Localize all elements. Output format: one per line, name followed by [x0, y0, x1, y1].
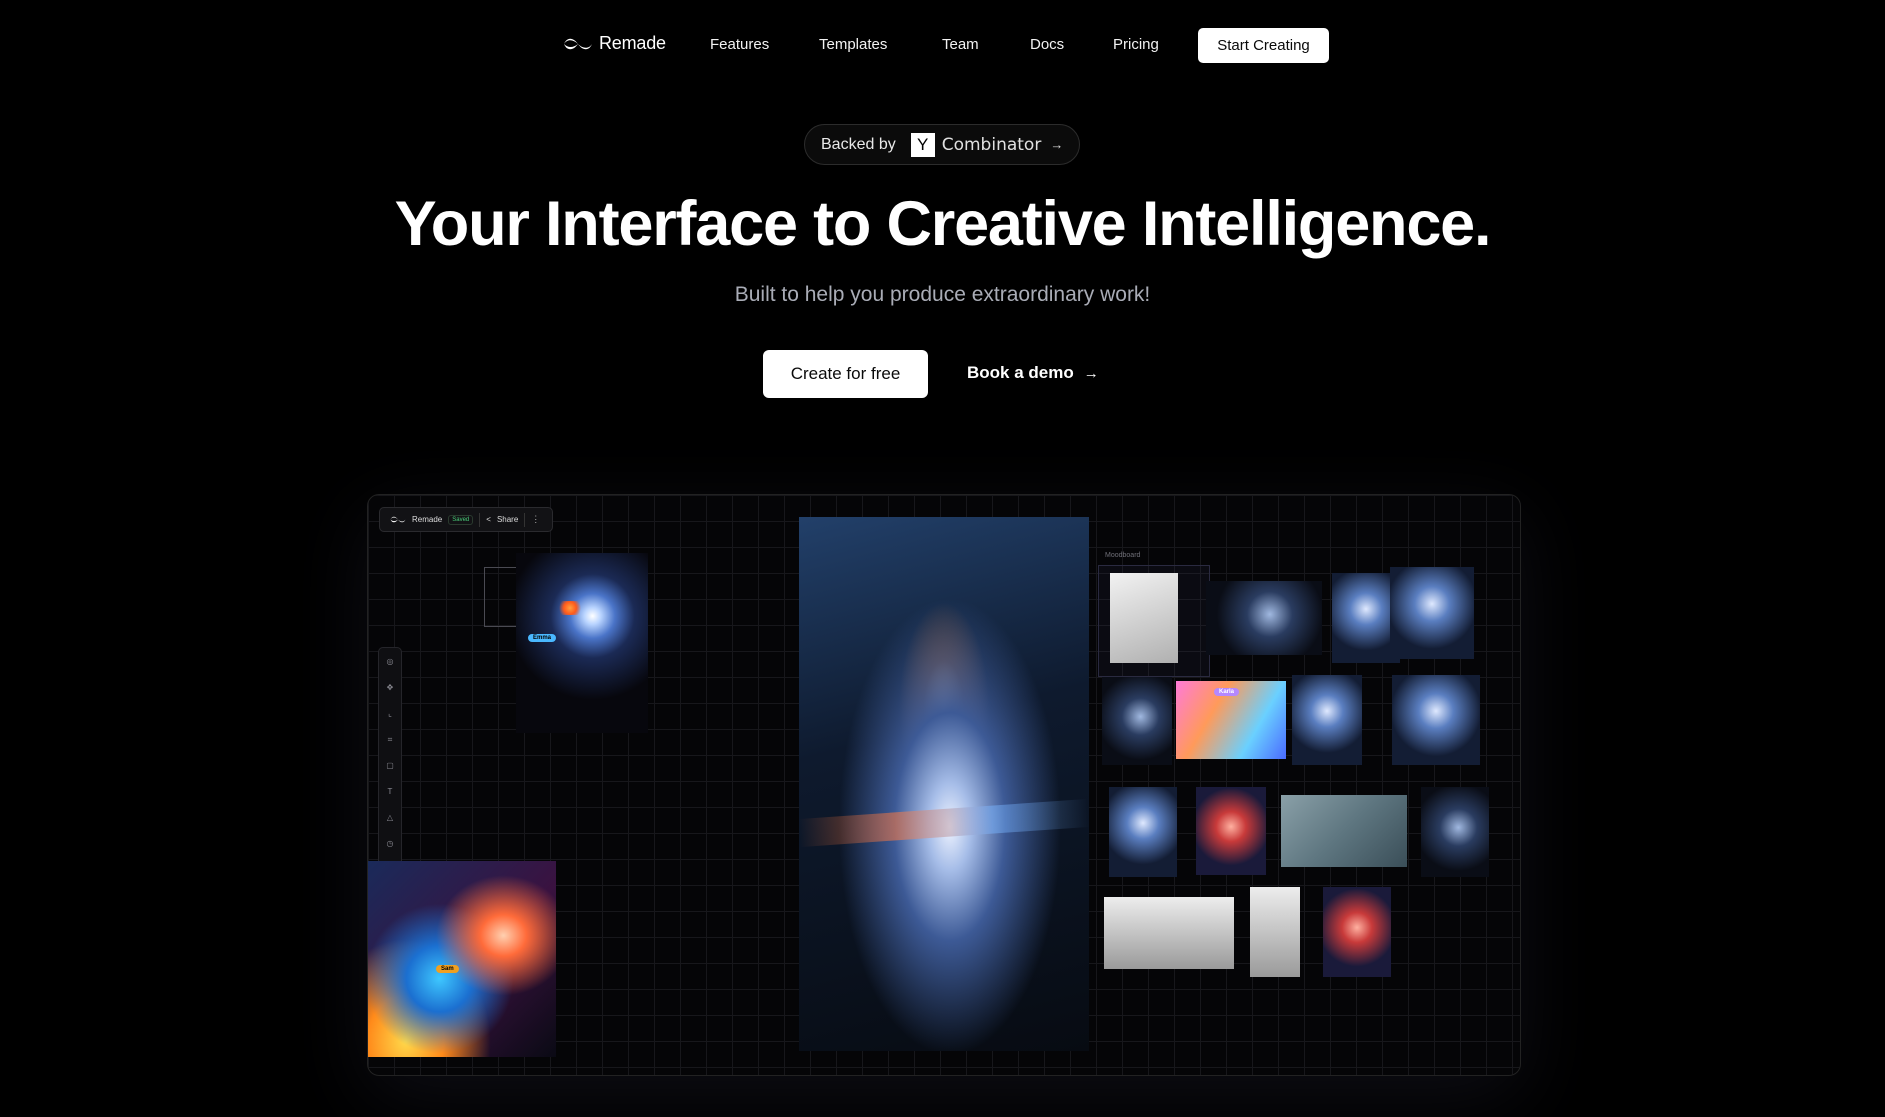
yc-name: Combinator	[941, 134, 1042, 155]
moodboard-thumb	[1206, 581, 1322, 655]
moodboard-thumb	[1292, 675, 1362, 765]
nav-link-pricing[interactable]: Pricing	[1113, 36, 1159, 53]
hero-title: Your Interface to Creative Intelligence.	[394, 189, 1492, 259]
cursor-tag-emma: Emma	[528, 634, 557, 642]
shape-icon: △	[386, 813, 394, 822]
remade-logo-icon	[564, 38, 592, 49]
crop-icon: ⌞	[388, 709, 392, 718]
canvas-image-main-portrait	[799, 517, 1089, 1051]
preview-app-name: Remade	[412, 515, 443, 524]
backed-by-badge[interactable]: Backed by Y Combinator →	[804, 124, 1080, 165]
badge-prefix: Backed by	[821, 135, 896, 153]
share-icon: <	[486, 515, 491, 524]
text-icon: T	[387, 787, 393, 796]
selection-frame	[484, 567, 520, 627]
toolbar-divider	[479, 512, 481, 527]
moodboard-thumb	[1392, 675, 1480, 765]
moodboard-label: Moodboard	[1105, 552, 1141, 559]
toolbar-divider	[524, 512, 526, 527]
preview-tool-sidebar: ◎ ✥ ⌞ ⌗ ▢ T △ ◷	[378, 647, 402, 887]
move-icon: ✥	[386, 683, 394, 692]
top-nav: Remade Features Templates Team Docs Pric…	[0, 0, 1885, 92]
select-icon: ◎	[386, 657, 394, 666]
hero-subtitle: Built to help you produce extraordinary …	[734, 283, 1151, 306]
arrow-right-icon: →	[1083, 364, 1099, 382]
moodboard-thumb	[1109, 787, 1177, 877]
arrow-right-icon: →	[1050, 137, 1064, 152]
moodboard-thumb	[1281, 795, 1407, 867]
logo-text: Remade	[599, 33, 666, 53]
nav-link-team[interactable]: Team	[942, 36, 979, 53]
grid-icon: ⌗	[387, 735, 393, 744]
cursor-tag-karla: Karla	[1214, 688, 1240, 696]
yc-logo-icon: Y	[910, 132, 935, 157]
moodboard-thumb	[1102, 677, 1172, 765]
saved-badge: Saved	[448, 514, 474, 525]
moodboard-thumb	[1323, 887, 1391, 977]
nav-link-features[interactable]: Features	[710, 36, 769, 53]
moodboard-thumb	[1196, 787, 1266, 875]
share-label: Share	[496, 515, 519, 524]
canvas-image-neon-portrait	[368, 861, 556, 1057]
moodboard-thumb	[1421, 787, 1489, 877]
cursor-tag-sam: Sam	[436, 965, 459, 973]
moodboard-thumb	[1250, 887, 1300, 977]
create-for-free-button[interactable]: Create for free	[763, 350, 928, 398]
canvas-image-glow-figure	[516, 553, 648, 733]
history-icon: ◷	[386, 839, 394, 848]
nav-link-templates[interactable]: Templates	[819, 36, 887, 53]
more-vertical-icon: ⋮	[531, 514, 541, 524]
product-preview: Remade Saved < Share ⋮ ◎ ✥ ⌞ ⌗ ▢ T △ ◷ E…	[367, 494, 1521, 1076]
remade-logo-icon	[390, 516, 406, 523]
nav-link-docs[interactable]: Docs	[1030, 36, 1064, 53]
moodboard-thumb	[1390, 567, 1474, 659]
start-creating-button[interactable]: Start Creating	[1198, 28, 1329, 63]
logo[interactable]: Remade	[563, 33, 666, 54]
moodboard-thumb	[1110, 573, 1178, 663]
moodboard-thumb	[1104, 897, 1234, 969]
preview-toolbar: Remade Saved < Share ⋮	[379, 507, 553, 532]
frame-icon: ▢	[386, 761, 394, 770]
book-a-demo-button[interactable]: Book a demo →	[967, 363, 1099, 383]
book-a-demo-label: Book a demo	[967, 363, 1074, 382]
